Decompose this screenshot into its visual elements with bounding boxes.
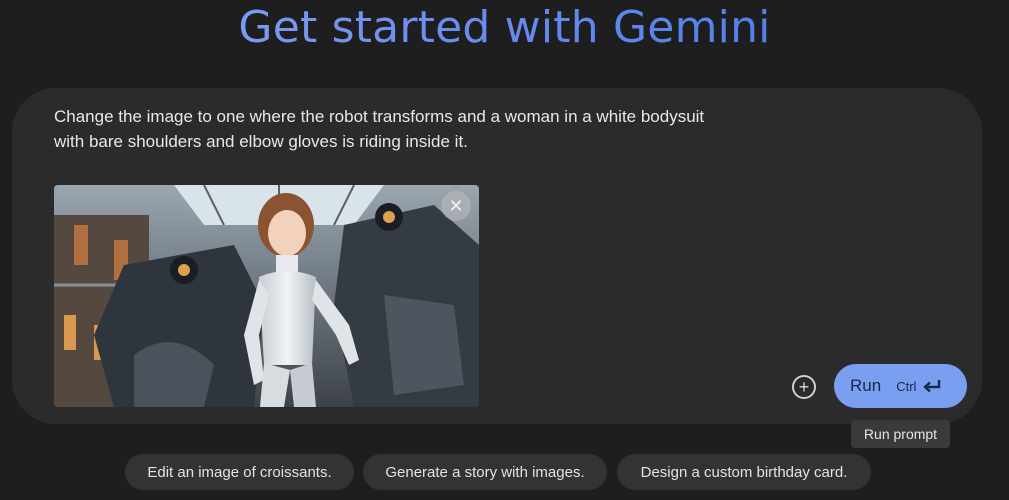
enter-key-icon bbox=[922, 378, 942, 394]
close-icon: ✕ bbox=[448, 195, 464, 216]
remove-image-button[interactable]: ✕ bbox=[441, 191, 471, 221]
attached-image-illustration bbox=[54, 185, 479, 407]
prompt-card[interactable]: Change the image to one where the robot … bbox=[12, 88, 982, 424]
run-button-label: Run bbox=[850, 376, 882, 395]
add-circle-icon: + bbox=[798, 377, 810, 397]
add-media-button[interactable]: + bbox=[792, 375, 816, 399]
suggestion-chip[interactable]: Design a custom birthday card. bbox=[617, 454, 871, 490]
prompt-text[interactable]: Change the image to one where the robot … bbox=[54, 104, 774, 154]
suggestion-chips: Edit an image of croissants. Generate a … bbox=[0, 454, 1009, 490]
attached-image[interactable]: ✕ bbox=[54, 185, 479, 407]
run-button[interactable]: Run Ctrl bbox=[834, 364, 967, 408]
suggestion-chip[interactable]: Edit an image of croissants. bbox=[125, 454, 354, 490]
run-tooltip: Run prompt bbox=[851, 420, 950, 448]
run-shortcut-label: Ctrl bbox=[896, 378, 917, 394]
suggestion-chip[interactable]: Generate a story with images. bbox=[363, 454, 607, 490]
page-title: Get started with Gemini bbox=[0, 0, 1009, 56]
